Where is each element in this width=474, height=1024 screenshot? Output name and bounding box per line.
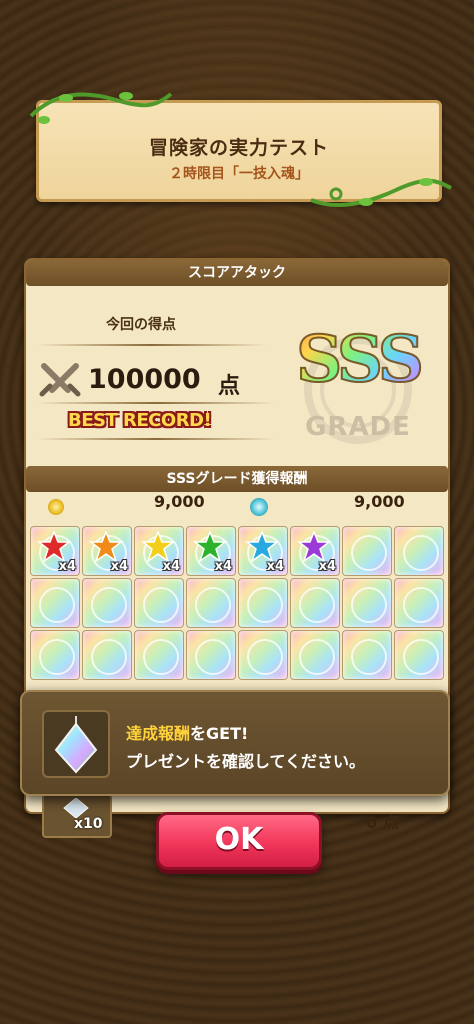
- reward-cell: [30, 578, 80, 628]
- score-value: 100000: [88, 364, 201, 395]
- vine-decoration-bottom: [310, 178, 452, 207]
- page-title: 冒険家の実力テスト: [148, 137, 329, 159]
- popup-line1-rest: をGET!: [190, 724, 249, 743]
- reward-cell: [238, 578, 288, 628]
- points-value: 0 点: [366, 813, 399, 832]
- rainbow-pattern-icon: [143, 587, 179, 623]
- crossed-swords-icon: [39, 363, 81, 397]
- reward-amount-orb: 9,000: [354, 492, 405, 511]
- reward-qty: x4: [214, 559, 232, 574]
- rainbow-pattern-icon: [403, 587, 439, 623]
- rainbow-pattern-icon: [351, 535, 387, 571]
- score-attack-header: スコアアタック: [26, 260, 448, 286]
- rainbow-pattern-icon: [195, 587, 231, 623]
- gold-coin-icon: [48, 499, 64, 515]
- reward-amount-gold: 9,000: [154, 492, 205, 511]
- reward-qty: x4: [58, 559, 76, 574]
- reward-cell: [342, 578, 392, 628]
- reward-cell: x4: [238, 526, 288, 576]
- reward-notification: 達成報酬をGET! プレゼントを確認してください。: [20, 690, 450, 796]
- rainbow-pattern-icon: [299, 587, 335, 623]
- rainbow-pattern-icon: [91, 587, 127, 623]
- grade-letters: SSS: [278, 321, 438, 398]
- reward-cell: [82, 578, 132, 628]
- reward-cell: [238, 630, 288, 680]
- reward-cell: [134, 630, 184, 680]
- reward-item-qty: x10: [74, 816, 103, 832]
- reward-cell: x4: [134, 526, 184, 576]
- popup-message-line2: プレゼントを確認してください。: [126, 752, 366, 771]
- best-record-badge: BEST RECORD!: [68, 410, 212, 431]
- score-label: 今回の得点: [106, 317, 176, 333]
- reward-cell: [134, 578, 184, 628]
- vine-decoration-top: [29, 92, 173, 124]
- prism-icon-frame: [42, 710, 110, 778]
- rainbow-pattern-icon: [403, 639, 439, 675]
- reward-qty: x4: [110, 559, 128, 574]
- rainbow-pattern-icon: [299, 639, 335, 675]
- teal-orb-icon: [250, 498, 268, 516]
- rainbow-pattern-icon: [39, 587, 75, 623]
- grade-word: GRADE: [305, 412, 411, 442]
- rainbow-pattern-icon: [39, 639, 75, 675]
- reward-cell: x4: [82, 526, 132, 576]
- reward-cell: [394, 630, 444, 680]
- rewards-header: SSSグレード獲得報酬: [26, 466, 448, 492]
- reward-cell: [290, 578, 340, 628]
- reward-cell: [394, 526, 444, 576]
- reward-cell: x4: [186, 526, 236, 576]
- divider: [36, 344, 266, 346]
- rainbow-pattern-icon: [247, 587, 283, 623]
- reward-cell: [82, 630, 132, 680]
- reward-cell: [342, 630, 392, 680]
- rainbow-pattern-icon: [91, 639, 127, 675]
- popup-highlight: 達成報酬: [126, 724, 191, 743]
- score-unit: 点: [218, 374, 241, 399]
- grade-emblem: SSS GRADE: [278, 312, 438, 452]
- prism-crystal-icon: [54, 716, 98, 774]
- divider: [36, 402, 276, 404]
- rainbow-pattern-icon: [247, 639, 283, 675]
- reward-qty: x4: [162, 559, 180, 574]
- divider: [36, 438, 276, 440]
- reward-cell: [290, 630, 340, 680]
- reward-cell: [186, 578, 236, 628]
- reward-cell: x4: [290, 526, 340, 576]
- reward-cell: [186, 630, 236, 680]
- rainbow-pattern-icon: [195, 639, 231, 675]
- crystal-icon: [63, 798, 89, 818]
- popup-message-line1: 達成報酬をGET!: [126, 720, 248, 744]
- reward-cell: [342, 526, 392, 576]
- ok-button[interactable]: OK: [156, 812, 322, 870]
- reward-cell: [394, 578, 444, 628]
- reward-cell: [30, 630, 80, 680]
- rainbow-pattern-icon: [403, 535, 439, 571]
- rainbow-pattern-icon: [351, 587, 387, 623]
- rainbow-pattern-icon: [143, 639, 179, 675]
- reward-qty: x4: [266, 559, 284, 574]
- rainbow-pattern-icon: [351, 639, 387, 675]
- reward-cell: x4: [30, 526, 80, 576]
- reward-qty: x4: [318, 559, 336, 574]
